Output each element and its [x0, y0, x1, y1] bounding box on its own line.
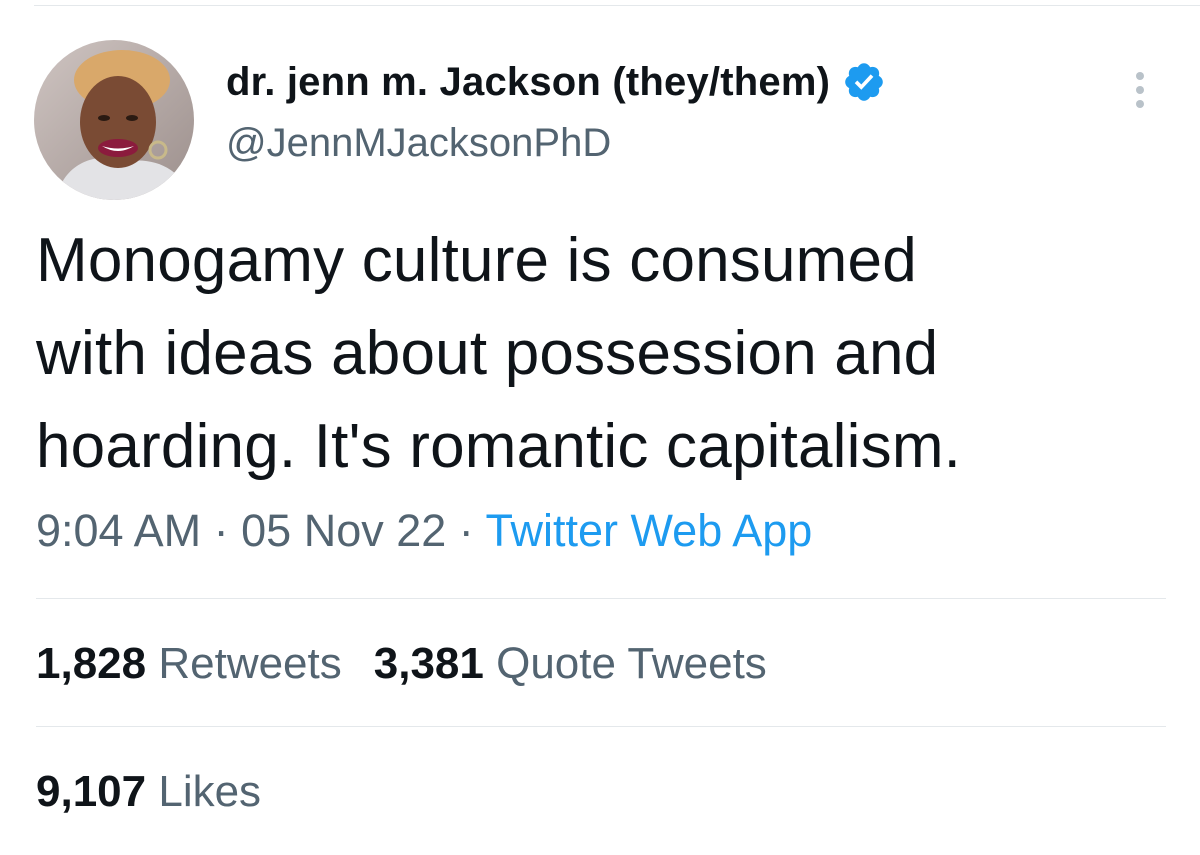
tweet-time[interactable]: 9:04 AM	[36, 505, 201, 556]
stats-row-likes: 9,107 Likes	[36, 766, 261, 818]
top-divider	[34, 5, 1200, 6]
stats-row-engagement: 1,828 Retweets 3,381 Quote Tweets	[36, 638, 767, 690]
tweet-text: Monogamy culture is consumed with ideas …	[36, 214, 1186, 493]
avatar[interactable]	[34, 40, 194, 200]
stats-divider-middle	[36, 726, 1166, 727]
tweet-source-link[interactable]: Twitter Web App	[486, 505, 813, 556]
display-name[interactable]: dr. jenn m. Jackson (they/them)	[226, 58, 830, 106]
handle[interactable]: @JennMJacksonPhD	[226, 120, 886, 166]
likes-stat[interactable]: 9,107 Likes	[36, 767, 261, 816]
stats-divider-top	[36, 598, 1166, 599]
tweet-text-line: Monogamy culture is consumed	[36, 226, 917, 295]
tweet-text-line: with ideas about possession and	[36, 319, 939, 388]
tweet-text-line: hoarding. It's romantic capitalism.	[36, 412, 962, 481]
retweets-stat[interactable]: 1,828 Retweets	[36, 639, 342, 688]
tweet-date[interactable]: 05 Nov 22	[241, 505, 446, 556]
more-vertical-icon[interactable]	[1120, 66, 1160, 114]
name-row: dr. jenn m. Jackson (they/them)	[226, 58, 886, 106]
tweet-page: dr. jenn m. Jackson (they/them) @JennMJa…	[0, 0, 1200, 855]
quote-tweets-stat[interactable]: 3,381 Quote Tweets	[374, 639, 767, 688]
meta-separator: ·	[213, 505, 229, 556]
user-info[interactable]: dr. jenn m. Jackson (they/them) @JennMJa…	[226, 58, 886, 166]
verified-badge-icon	[842, 60, 886, 104]
tweet-meta: 9:04 AM · 05 Nov 22 · Twitter Web App	[36, 503, 812, 559]
meta-separator: ·	[458, 505, 474, 556]
avatar-image	[34, 40, 194, 200]
